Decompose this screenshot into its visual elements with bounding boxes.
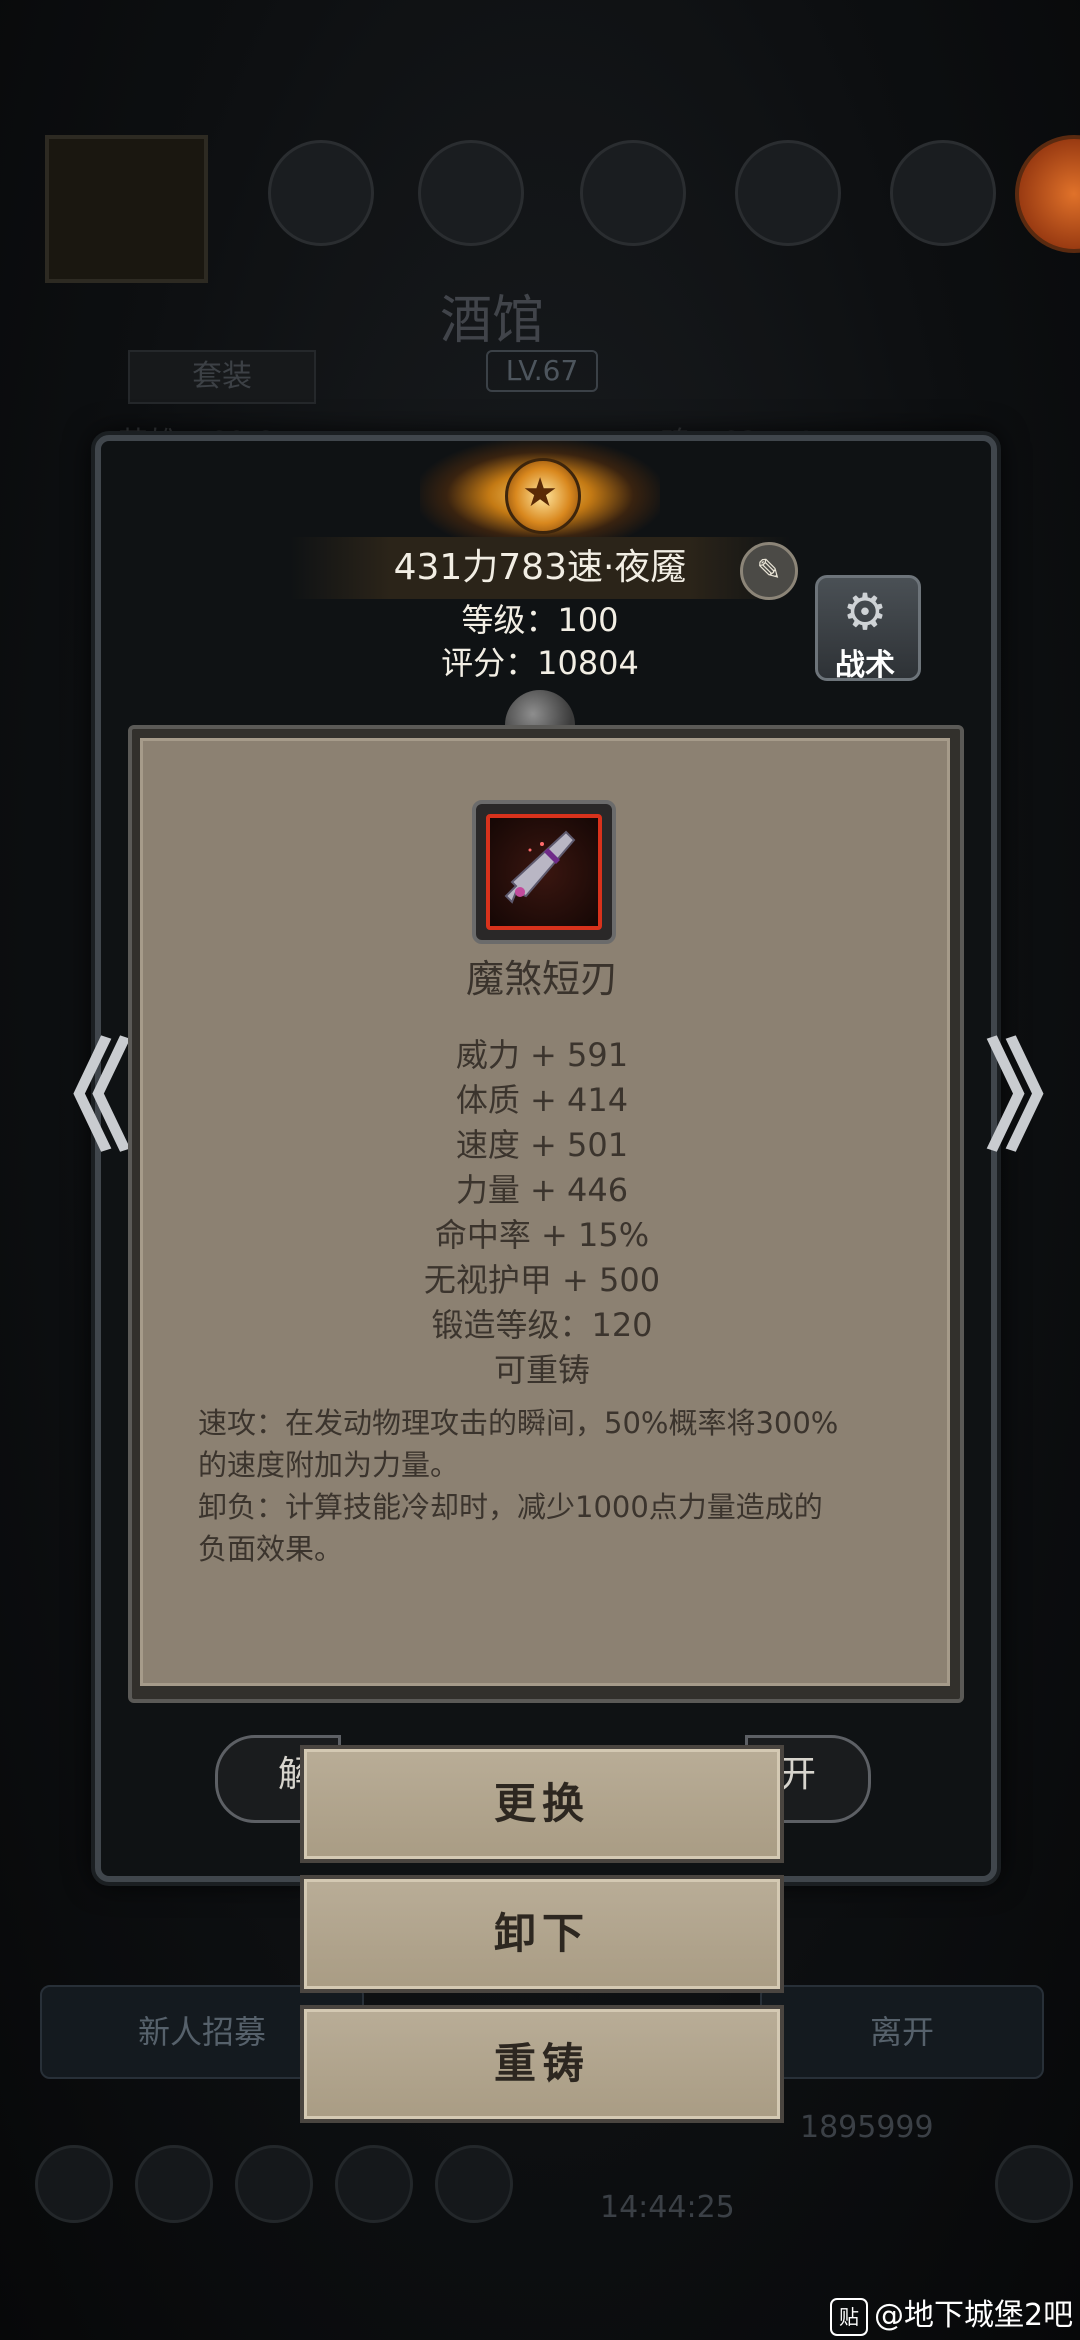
watermark: 贴 @地下城堡2吧 — [830, 2290, 1073, 2336]
hero-name: 431力783速·夜魇 — [393, 547, 687, 588]
item-name: 魔煞短刃 — [465, 957, 618, 1001]
menu-icon — [995, 2145, 1073, 2223]
gear-icon: ⚙ — [842, 583, 888, 641]
watermark-text: @地下城堡2吧 — [874, 2298, 1074, 2333]
stat-line: 力量 + 446 — [455, 1171, 629, 1209]
equipment-slot — [890, 140, 996, 246]
replace-button[interactable]: 更换 — [300, 1745, 784, 1863]
menu-icon — [35, 2145, 113, 2223]
reforge-button[interactable]: 重铸 — [300, 2005, 784, 2123]
stat-line: 威力 + 591 — [455, 1036, 629, 1074]
equipment-slot — [268, 140, 374, 246]
menu-icon — [135, 2145, 213, 2223]
item-icon-slot — [486, 814, 602, 930]
equipment-slot — [735, 140, 841, 246]
hero-score: 评分：10804 — [441, 644, 639, 682]
set-button: 套装 — [128, 350, 316, 404]
stat-line: 速度 + 501 — [455, 1126, 629, 1164]
equipment-slot — [418, 140, 524, 246]
stat-line: 可重铸 — [493, 1351, 590, 1389]
tavern-title: 酒馆 — [440, 291, 545, 351]
stat-line: 锻造等级：120 — [431, 1306, 653, 1344]
gold-amount: 1895999 — [800, 2110, 934, 2145]
equipment-slot — [580, 140, 686, 246]
star-icon: ★ — [522, 470, 558, 516]
stat-line: 体质 + 414 — [455, 1081, 629, 1119]
menu-icon — [435, 2145, 513, 2223]
menu-icon — [235, 2145, 313, 2223]
clock-text: 14:44:25 — [600, 2190, 735, 2225]
prev-hero-arrow[interactable]: 《 — [12, 1000, 132, 1174]
tavern-level-badge: LV.67 — [486, 350, 598, 392]
dagger-icon — [504, 830, 576, 904]
skill-description: 的速度附加为力量。 — [198, 1448, 460, 1482]
unequip-button[interactable]: 卸下 — [300, 1875, 784, 1993]
edit-name-button[interactable]: ✎ — [740, 542, 798, 600]
hero-portrait — [45, 135, 208, 283]
skill-description: 卸负：计算技能冷却时，减少1000点力量造成的 — [198, 1490, 823, 1524]
skill-description: 负面效果。 — [198, 1532, 344, 1566]
stat-line: 无视护甲 + 500 — [423, 1261, 661, 1299]
leave-button: 离开 — [760, 1985, 1044, 2079]
strip-right-text: 开 — [780, 1754, 817, 1795]
tieba-icon: 贴 — [830, 2297, 868, 2336]
pencil-icon: ✎ — [756, 553, 782, 588]
stat-line: 命中率 + 15% — [434, 1216, 650, 1254]
next-hero-arrow[interactable]: 》 — [985, 1000, 1080, 1174]
menu-icon — [335, 2145, 413, 2223]
skill-description: 速攻：在发动物理攻击的瞬间，50%概率将300% — [198, 1406, 839, 1440]
hero-level: 等级：100 — [461, 601, 619, 639]
tactic-label: 战术 — [835, 648, 895, 683]
